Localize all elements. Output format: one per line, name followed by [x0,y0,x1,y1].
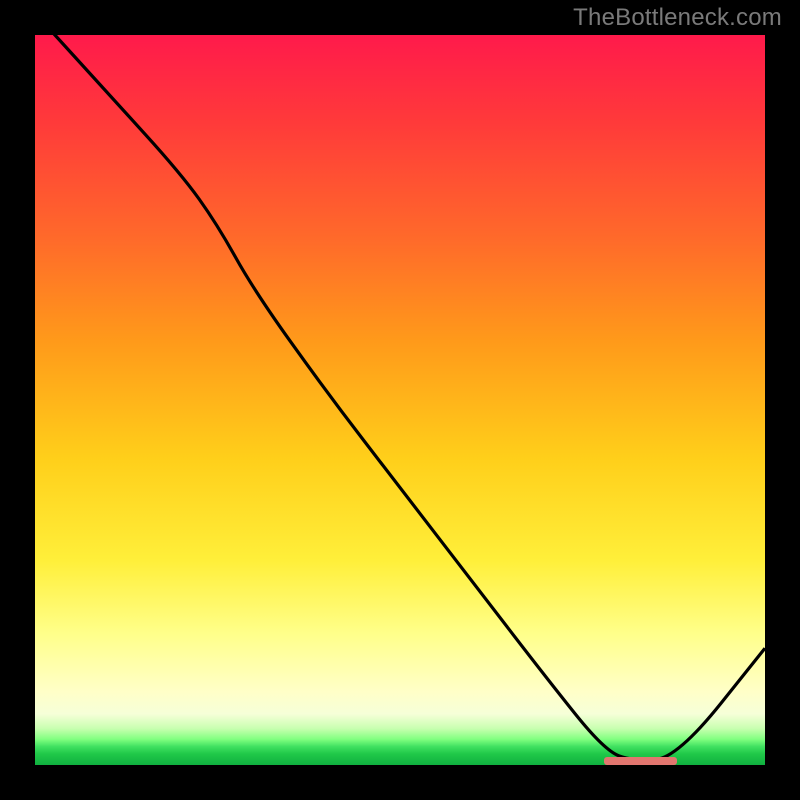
plot-area [35,35,765,765]
optimum-marker [604,757,677,765]
bottleneck-curve [35,35,765,765]
chart-frame: TheBottleneck.com [0,0,800,800]
watermark-text: TheBottleneck.com [573,4,782,32]
curve-path [35,35,765,760]
